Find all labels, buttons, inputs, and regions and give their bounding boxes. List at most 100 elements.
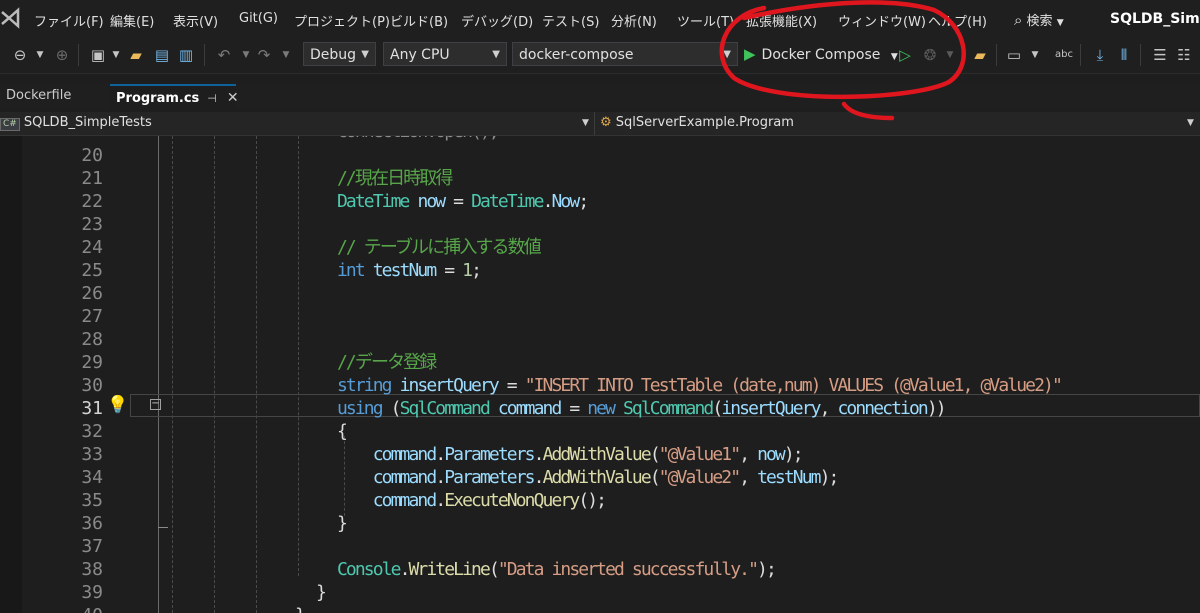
breakpoints-icon[interactable]: ⫴ <box>1114 45 1134 65</box>
navigate-forward-icon[interactable]: ⊕ <box>52 45 72 65</box>
code-editor[interactable]: connection.Open(); 💡 − 2021//現在日時取得22Dat… <box>0 136 1200 613</box>
code-text: } <box>337 512 348 535</box>
line-number: 30 <box>81 375 103 396</box>
code-line: 36} <box>0 512 1200 535</box>
save-all-icon[interactable]: ▥ <box>176 45 196 65</box>
menu-item[interactable]: Git(G) <box>239 11 278 26</box>
tab-program-cs[interactable]: Program.cs ⊣ ✕ <box>110 84 239 109</box>
code-token: AddWithValue <box>542 444 652 465</box>
uncomment-lines-icon[interactable]: ☷ <box>1174 45 1194 65</box>
code-token: int <box>337 260 366 281</box>
menu-item[interactable]: 分析(N) <box>611 11 657 30</box>
code-token: command <box>372 490 437 511</box>
project-dropdown[interactable]: C# SQLDB_SimpleTests ▼ <box>0 112 592 135</box>
document-tab-bar: Dockerfile Program.cs ⊣ ✕ <box>0 84 1200 109</box>
menu-item[interactable]: テスト(S) <box>542 11 599 30</box>
code-text: Console.WriteLine("Data inserted success… <box>337 558 777 581</box>
code-line: 21 //現在日時取得 <box>0 167 1200 190</box>
navigation-bar: C# SQLDB_SimpleTests ▼ ⚙ SqlServerExample… <box>0 112 1200 136</box>
chevron-down-icon[interactable]: ▼ <box>1025 45 1045 65</box>
line-number: 37 <box>81 536 103 557</box>
code-line: 31 using (SqlCommand command = new SqlCom… <box>0 397 1200 420</box>
chevron-down-icon[interactable]: ▼ <box>940 45 960 65</box>
code-token: insertQuery <box>721 398 821 419</box>
redo-icon[interactable]: ↷ <box>254 45 274 65</box>
platform-value: Any CPU <box>390 47 450 63</box>
code-token: AddWithValue <box>542 467 652 488</box>
code-token: now <box>417 191 446 212</box>
menu-item[interactable]: ビルド(B) <box>390 11 448 30</box>
chevron-down-icon[interactable]: ▼ <box>236 45 256 65</box>
code-token: . <box>533 444 545 465</box>
menu-item[interactable]: ツール(T) <box>677 11 734 30</box>
configuration-dropdown[interactable]: Debug ▼ <box>303 42 376 66</box>
code-token: (); <box>578 490 607 511</box>
hot-reload-icon[interactable]: ❂ <box>920 45 940 65</box>
code-text: // テーブルに挿入する数値 <box>337 236 542 259</box>
navigate-back-icon[interactable]: ⊖ <box>10 45 30 65</box>
code-token: string <box>337 375 393 396</box>
code-token: Parameters <box>444 444 535 465</box>
menu-item[interactable]: デバッグ(D) <box>461 11 533 30</box>
code-text: } <box>316 581 327 604</box>
line-number: 35 <box>81 490 103 511</box>
menu-item[interactable]: 拡張機能(X) <box>746 11 817 30</box>
run-docker-compose-button[interactable]: ▶ Docker Compose ▼ <box>744 42 898 66</box>
code-token: 1 <box>462 260 473 281</box>
step-into-icon[interactable]: ⤓ <box>1090 45 1110 65</box>
pin-icon[interactable]: ⊣ <box>207 92 217 105</box>
code-text: command.Parameters.AddWithValue("@Value1… <box>337 443 804 466</box>
chevron-down-icon[interactable]: ▼ <box>30 45 50 65</box>
chevron-down-icon: ▼ <box>890 52 898 62</box>
save-icon[interactable]: ▤ <box>152 45 172 65</box>
browse-folder-icon[interactable]: ▰ <box>970 45 990 65</box>
menu-item[interactable]: ヘルプ(H) <box>928 11 987 30</box>
spell-check-icon[interactable]: abc <box>1054 45 1074 65</box>
code-token: Now <box>551 191 581 212</box>
code-line: 39} <box>0 581 1200 604</box>
code-line: 29 //データ登録 <box>0 351 1200 374</box>
tab-label: Dockerfile <box>6 88 72 103</box>
code-text: //現在日時取得 <box>337 167 453 190</box>
new-project-icon[interactable]: ▣ <box>88 45 108 65</box>
type-scope-dropdown[interactable]: ⚙ SqlServerExample.Program ▼ <box>600 112 1200 135</box>
visual-studio-logo-icon[interactable] <box>0 6 22 30</box>
line-number: 33 <box>81 444 103 465</box>
menu-item[interactable]: ファイル(F) <box>34 11 104 30</box>
code-token: . <box>435 444 446 465</box>
menu-item[interactable]: 編集(E) <box>110 11 154 30</box>
code-text: int testNum = 1; <box>337 259 482 282</box>
code-token: . <box>435 490 446 511</box>
code-token: . <box>542 191 554 212</box>
chevron-down-icon[interactable]: ▼ <box>106 45 126 65</box>
code-token: ); <box>819 467 840 488</box>
start-without-debugging-icon[interactable]: ▷ <box>895 45 915 65</box>
open-folder-icon[interactable]: ▰ <box>126 45 146 65</box>
search-box[interactable]: ⌕ 検索 ▼ <box>1014 10 1064 29</box>
menu-item[interactable]: 表示(V) <box>173 11 218 30</box>
code-line: 33 command.Parameters.AddWithValue("@Val… <box>0 443 1200 466</box>
code-token: ( <box>649 467 661 488</box>
tab-dockerfile[interactable]: Dockerfile <box>0 84 108 109</box>
menu-item[interactable]: プロジェクト(P) <box>294 11 390 30</box>
code-token: command <box>497 398 562 419</box>
close-icon[interactable]: ✕ <box>227 90 239 106</box>
code-token: , <box>819 398 838 419</box>
layout-icon[interactable]: ▭ <box>1004 45 1024 65</box>
code-token: . <box>533 467 545 488</box>
chevron-down-icon[interactable]: ▼ <box>276 45 296 65</box>
code-token: //データ登録 <box>337 352 437 373</box>
startup-project-dropdown[interactable]: docker-compose ▼ <box>512 42 738 66</box>
comment-lines-icon[interactable]: ☰ <box>1150 45 1170 65</box>
code-text: //データ登録 <box>337 351 437 374</box>
code-line: 22 DateTime now = DateTime.Now; <box>0 190 1200 213</box>
undo-icon[interactable]: ↶ <box>214 45 234 65</box>
code-token: ( <box>381 398 402 419</box>
code-token: connection <box>837 398 929 419</box>
line-number: 31 <box>81 398 103 419</box>
platform-dropdown[interactable]: Any CPU ▼ <box>383 42 507 66</box>
menu-item[interactable]: ウィンドウ(W) <box>838 11 926 30</box>
code-token: ); <box>757 559 777 580</box>
